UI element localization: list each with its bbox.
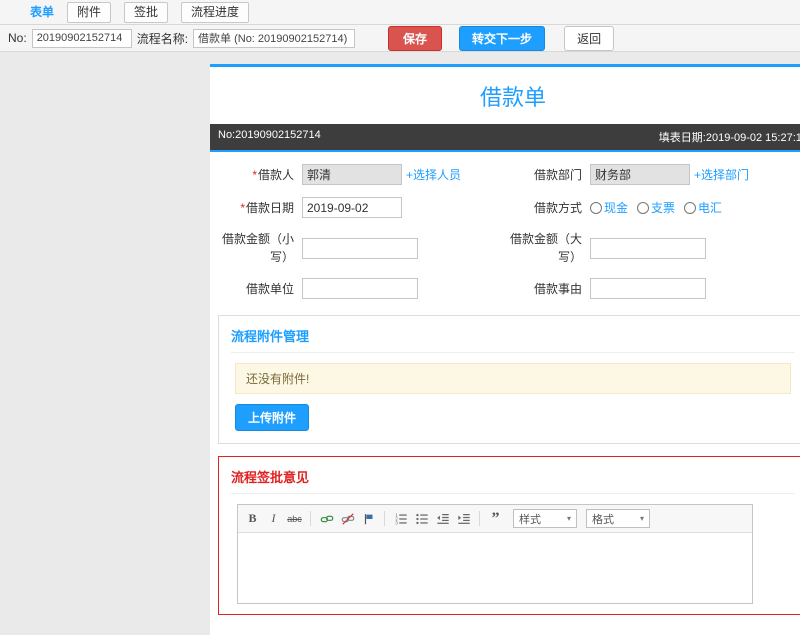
method-option-cash[interactable]: 现金 xyxy=(590,199,628,216)
select-person-link[interactable]: +选择人员 xyxy=(406,166,461,183)
numbered-list-icon[interactable]: 123 xyxy=(392,510,409,527)
borrower-field: +选择人员 xyxy=(302,164,510,185)
styles-dropdown-label: 样式 xyxy=(519,513,541,526)
approval-section-title: 流程签批意见 xyxy=(231,467,795,494)
blockquote-icon[interactable]: ” xyxy=(487,510,504,527)
amount-lowercase-input[interactable] xyxy=(302,237,418,259)
form-number-text: No:20190902152714 xyxy=(218,129,321,141)
amount-uppercase-field xyxy=(590,237,800,259)
loan-unit-label: 借款单位 xyxy=(245,281,294,296)
loan-unit-field xyxy=(302,278,510,299)
loan-form: *借款人 +选择人员 借款部门 +选择部门 *借款日期 借款方式 xyxy=(210,152,800,303)
back-button[interactable]: 返回 xyxy=(564,25,615,51)
loan-unit-input[interactable] xyxy=(302,278,418,299)
link-icon[interactable] xyxy=(318,510,335,527)
no-attachment-message: 还没有附件! xyxy=(235,363,791,394)
method-radio-cash[interactable] xyxy=(590,201,602,214)
amount-uppercase-input[interactable] xyxy=(590,237,706,259)
attachment-section-title: 流程附件管理 xyxy=(231,326,795,353)
method-radio-wire[interactable] xyxy=(684,201,697,214)
bulleted-list-icon[interactable] xyxy=(413,510,430,527)
italic-icon[interactable]: I xyxy=(265,510,282,527)
no-input[interactable] xyxy=(31,28,132,48)
no-label: No: xyxy=(8,31,27,45)
tabs-bar: 表单 附件 签批 流程进度 xyxy=(0,0,800,25)
tab-form[interactable]: 表单 xyxy=(30,3,54,22)
approval-section: 流程签批意见 B I abc 1 2 3 ” 样式 ▾ 格式 ▾ xyxy=(218,456,800,615)
loan-method-label: 借款方式 xyxy=(533,200,582,215)
tab-attachments[interactable]: 附件 xyxy=(67,1,112,23)
method-option-label: 支票 xyxy=(651,201,676,215)
loan-form-panel: 借款单 No:20190902152714 填表日期:2019-09-02 15… xyxy=(210,64,800,635)
save-button[interactable]: 保存 xyxy=(388,25,443,51)
upload-attachment-button[interactable]: 上传附件 xyxy=(235,404,310,431)
loan-reason-input[interactable] xyxy=(590,278,706,299)
method-option-wire[interactable]: 电汇 xyxy=(684,199,722,216)
unlink-icon[interactable] xyxy=(339,510,356,527)
rich-text-editor: B I abc 123 ” 样式 ▾ 格式 ▾ xyxy=(237,504,753,604)
loan-date-field xyxy=(302,197,510,218)
process-name-label: 流程名称: xyxy=(136,31,189,46)
borrower-input[interactable] xyxy=(302,164,402,185)
tab-approval[interactable]: 签批 xyxy=(124,1,169,23)
toolbar: No: 流程名称: 保存 转交下一步 返回 xyxy=(0,25,800,52)
strikethrough-icon[interactable]: abc xyxy=(286,510,303,527)
toolbar-divider xyxy=(384,511,385,526)
select-dept-link[interactable]: +选择部门 xyxy=(694,166,749,183)
indent-icon[interactable] xyxy=(455,510,472,527)
amount-lowercase-label: 借款金额（小写） xyxy=(221,232,294,264)
editor-content[interactable] xyxy=(238,533,752,603)
tab-process-progress[interactable]: 流程进度 xyxy=(181,1,250,23)
loan-date-input[interactable] xyxy=(302,197,402,218)
loan-reason-field xyxy=(590,278,800,299)
required-asterisk: * xyxy=(240,200,245,215)
next-step-button[interactable]: 转交下一步 xyxy=(459,25,546,51)
page-title: 借款单 xyxy=(479,85,546,110)
attachment-section: 流程附件管理 还没有附件! 上传附件 xyxy=(218,315,800,444)
chevron-down-icon: ▾ xyxy=(566,514,571,523)
outdent-icon[interactable] xyxy=(434,510,451,527)
info-bar: No:20190902152714 填表日期:2019-09-02 15:27:… xyxy=(210,124,800,152)
styles-dropdown[interactable]: 样式 ▾ xyxy=(513,509,577,528)
page: { "colors": { "accent_blue": "#1e9fff", … xyxy=(0,0,800,635)
dept-label: 借款部门 xyxy=(533,167,582,182)
chevron-down-icon: ▾ xyxy=(639,514,644,523)
amount-lowercase-field xyxy=(302,237,510,259)
svg-text:3: 3 xyxy=(395,520,398,525)
bold-icon[interactable]: B xyxy=(244,510,261,527)
toolbar-divider xyxy=(479,511,480,526)
amount-uppercase-label: 借款金额（大写） xyxy=(510,232,583,264)
dept-field: +选择部门 xyxy=(590,164,800,185)
editor-toolbar: B I abc 123 ” 样式 ▾ 格式 ▾ xyxy=(238,505,752,533)
method-option-check[interactable]: 支票 xyxy=(637,199,675,216)
required-asterisk: * xyxy=(252,167,257,182)
format-dropdown-label: 格式 xyxy=(592,513,614,526)
method-radio-check[interactable] xyxy=(637,201,650,214)
form-date-text: 填表日期:2019-09-02 15:27:14 xyxy=(658,132,800,144)
format-dropdown[interactable]: 格式 ▾ xyxy=(586,509,650,528)
loan-reason-label: 借款事由 xyxy=(533,281,582,296)
method-option-label: 现金 xyxy=(604,201,629,215)
process-name-input[interactable] xyxy=(193,28,356,48)
borrower-label: *借款人 xyxy=(252,167,294,182)
method-option-label: 电汇 xyxy=(698,201,723,215)
toolbar-divider xyxy=(310,511,311,526)
loan-date-label: *借款日期 xyxy=(240,200,294,215)
dept-input[interactable] xyxy=(590,164,690,185)
main-area: 借款单 No:20190902152714 填表日期:2019-09-02 15… xyxy=(210,52,800,635)
anchor-flag-icon[interactable] xyxy=(360,510,377,527)
loan-method-field: 现金 支票 电汇 xyxy=(590,199,800,216)
